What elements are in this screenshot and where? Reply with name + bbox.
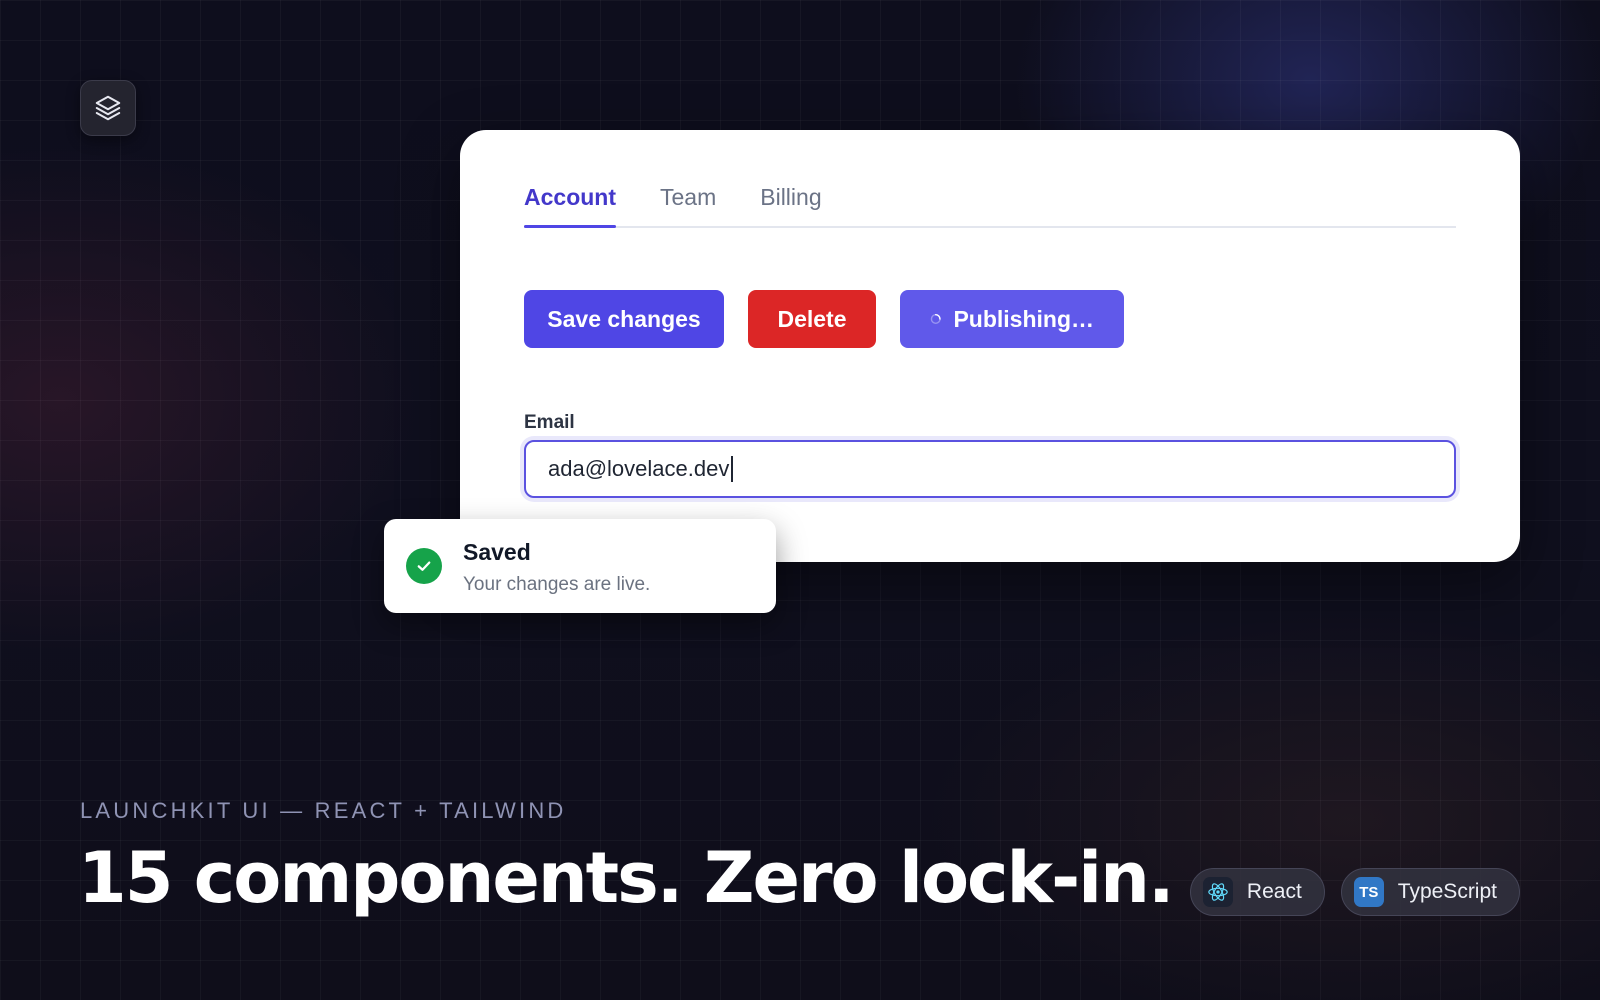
headline: 15 components. Zero lock-in. bbox=[78, 837, 1175, 919]
tech-badges: React TS TypeScript bbox=[1189, 868, 1520, 916]
check-circle-icon bbox=[406, 548, 442, 584]
save-changes-button[interactable]: Save changes bbox=[524, 290, 724, 348]
publish-button-label: Publishing… bbox=[953, 305, 1094, 332]
email-value: ada@lovelace.dev bbox=[548, 456, 730, 481]
eyebrow-text: LAUNCHKIT UI — REACT + TAILWIND bbox=[80, 798, 567, 823]
text-caret bbox=[731, 456, 734, 482]
app-logo bbox=[80, 80, 136, 136]
typescript-badge: TS TypeScript bbox=[1340, 868, 1520, 916]
toast-title: Saved bbox=[463, 539, 531, 565]
spinner-icon bbox=[930, 313, 941, 325]
toast-notification: Saved Your changes are live. bbox=[384, 519, 776, 613]
typescript-icon: TS bbox=[1353, 877, 1384, 907]
tab-bar: Account Team Billing bbox=[524, 182, 1456, 228]
tab-team[interactable]: Team bbox=[660, 182, 716, 226]
settings-card: Account Team Billing Save changes Delete… bbox=[460, 130, 1520, 562]
tab-billing[interactable]: Billing bbox=[760, 182, 821, 226]
react-badge: React bbox=[1189, 868, 1325, 916]
button-row: Save changes Delete Publishing… bbox=[524, 290, 1124, 348]
tab-account[interactable]: Account bbox=[524, 182, 616, 228]
react-badge-label: React bbox=[1246, 880, 1302, 903]
email-label: Email bbox=[524, 412, 575, 433]
typescript-badge-label: TypeScript bbox=[1397, 880, 1497, 903]
checkmark-icon bbox=[417, 561, 431, 571]
publish-button[interactable]: Publishing… bbox=[900, 290, 1124, 348]
email-field[interactable]: ada@lovelace.dev bbox=[524, 440, 1456, 498]
toast-message: Your changes are live. bbox=[463, 574, 651, 595]
layers-icon bbox=[95, 95, 121, 121]
delete-button[interactable]: Delete bbox=[748, 290, 876, 348]
react-icon bbox=[1202, 877, 1233, 907]
